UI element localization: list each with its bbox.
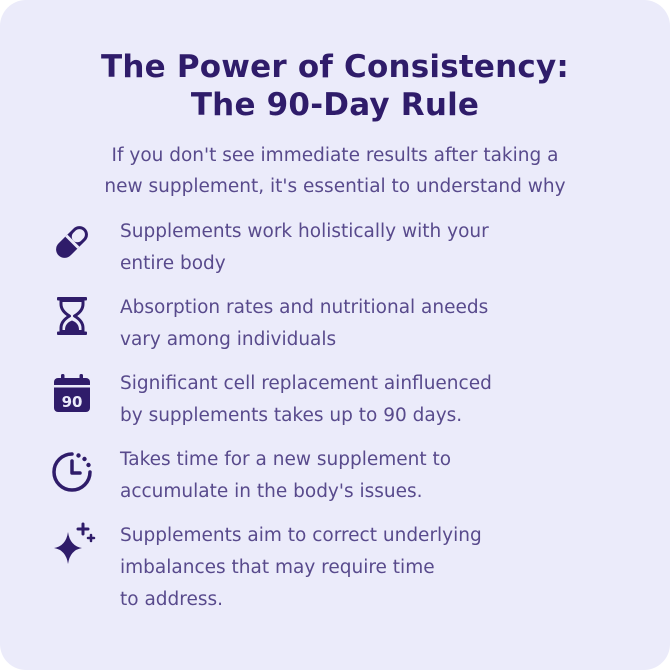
list-item-text: Supplements work holistically with your … (120, 216, 640, 280)
page-title: The Power of Consistency: The 90-Day Rul… (0, 48, 670, 124)
calendar-icon-number: 90 (62, 393, 83, 411)
calendar-icon: 90 (50, 372, 94, 416)
list-item-line: Supplements aim to correct underlying (120, 525, 482, 546)
hourglass-icon (50, 294, 94, 338)
pill-icon (50, 220, 94, 264)
list-item-line: Supplements work holistically with your (120, 221, 489, 242)
subtitle-line-1: If you don't see immediate results after… (111, 145, 559, 166)
subtitle: If you don't see immediate results after… (0, 140, 670, 202)
list-item-text: Supplements aim to correct underlying im… (120, 520, 640, 616)
list-item-line: accumulate in the body's issues. (120, 481, 423, 502)
sparkle-icon (50, 522, 96, 566)
subtitle-line-2: new supplement, it's essential to unders… (104, 176, 566, 197)
list-item-text: Significant cell replacement ainfluenced… (120, 368, 640, 432)
title-line-2: The 90-Day Rule (190, 87, 480, 123)
list-item-line: Absorption rates and nutritional aneeds (120, 297, 489, 318)
clock-icon (50, 450, 94, 494)
list-item-line: vary among individuals (120, 329, 337, 350)
list-item-text: Absorption rates and nutritional aneeds … (120, 292, 640, 356)
list-item-line: by supplements takes up to 90 days. (120, 405, 463, 426)
list-item-line: imbalances that may require time (120, 557, 435, 578)
list-item-line: Takes time for a new supplement to (120, 449, 452, 470)
list-item-line: Significant cell replacement ainfluenced (120, 373, 492, 394)
title-line-1: The Power of Consistency: (101, 49, 569, 85)
list-item-text: Takes time for a new supplement to accum… (120, 444, 640, 508)
list-item-line: to address. (120, 589, 224, 610)
list-item-line: entire body (120, 253, 226, 274)
info-card: The Power of Consistency: The 90-Day Rul… (0, 0, 670, 670)
